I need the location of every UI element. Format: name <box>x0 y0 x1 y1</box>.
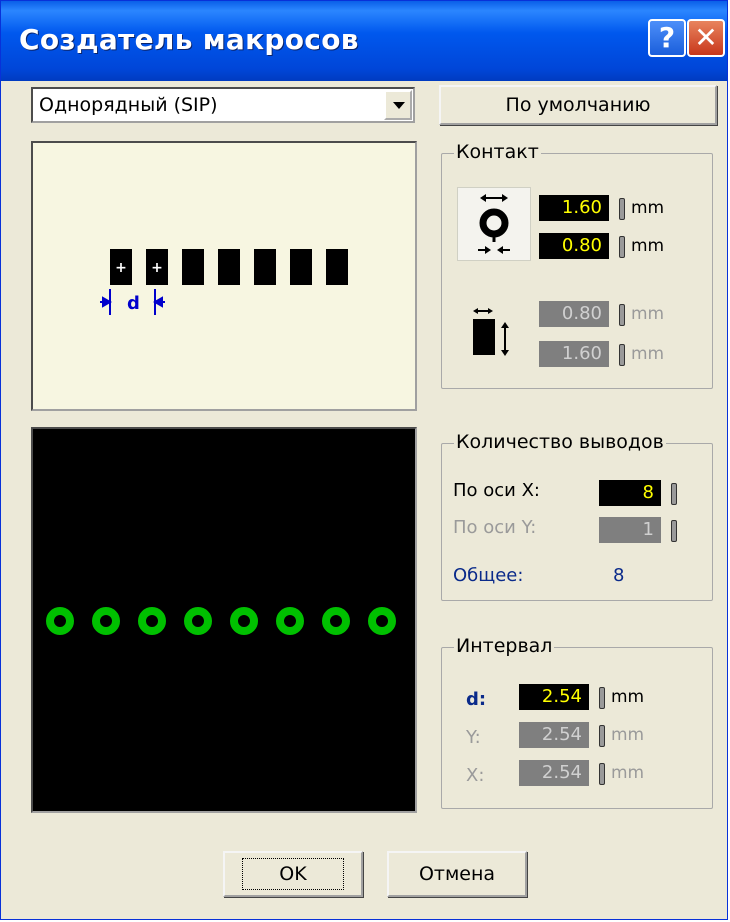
pad-4 <box>218 249 240 285</box>
pad-height-spinner[interactable] <box>619 344 625 366</box>
pins-y-field[interactable]: 1 <box>599 517 661 543</box>
interval-y-spinner[interactable] <box>599 725 605 747</box>
interval-d-label: d: <box>466 689 487 710</box>
macro-creator-window: Создатель макросов ? ✕ Однорядный (SIP) … <box>0 0 728 920</box>
interval-y-field[interactable]: 2.54 <box>519 722 589 748</box>
title-bar[interactable]: Создатель макросов ? ✕ <box>1 1 727 81</box>
hole-inner-unit: mm <box>631 236 665 256</box>
pad-height-field[interactable]: 1.60 <box>539 341 609 367</box>
interval-x-field[interactable]: 2.54 <box>519 760 589 786</box>
pad-width-field[interactable]: 0.80 <box>539 301 609 327</box>
pad-width-unit: mm <box>631 304 665 324</box>
package-type-value: Однорядный (SIP) <box>39 94 218 116</box>
interval-x-unit: mm <box>611 763 645 783</box>
hole-inner-spinner[interactable] <box>619 236 625 258</box>
package-type-select[interactable]: Однорядный (SIP) <box>31 87 415 123</box>
pad-6 <box>290 249 312 285</box>
close-button[interactable]: ✕ <box>687 19 725 57</box>
pin-7 <box>322 607 350 635</box>
pad-width-spinner[interactable] <box>619 304 625 326</box>
pad-plus-mark: + <box>151 260 163 276</box>
pad-layout-preview: + + d <box>31 141 417 411</box>
hole-diagram <box>478 194 510 254</box>
pad-size-icon <box>469 303 519 363</box>
hole-size-icon <box>457 187 531 261</box>
hole-inner-field[interactable]: 0.80 <box>539 233 609 259</box>
chevron-down-icon[interactable] <box>384 90 412 120</box>
pad-5 <box>254 249 276 285</box>
pad-plus-mark: + <box>115 260 127 276</box>
pins-x-spinner[interactable] <box>671 483 677 505</box>
pins-x-label: По оси X: <box>453 480 540 501</box>
pin-6 <box>276 607 304 635</box>
pitch-d-label: d <box>127 293 140 314</box>
interval-d-field[interactable]: 2.54 <box>519 684 589 710</box>
footprint-drawing <box>46 607 396 635</box>
ok-button[interactable]: OK <box>223 851 363 897</box>
pin-8 <box>368 607 396 635</box>
help-button[interactable]: ? <box>648 19 686 57</box>
pad-layout-drawing: + + d <box>100 249 348 315</box>
pins-total-value: 8 <box>613 565 625 586</box>
pitch-left-arrowhead <box>102 296 113 308</box>
interval-d-unit: mm <box>611 687 645 707</box>
pin-5 <box>230 607 258 635</box>
contact-group-title: Контакт <box>454 141 541 163</box>
pad-diagram <box>473 308 509 356</box>
cancel-button[interactable]: Отмена <box>387 851 527 897</box>
pin-4 <box>184 607 212 635</box>
footprint-preview <box>31 427 417 813</box>
pad-height-unit: mm <box>631 344 665 364</box>
hole-outer-field[interactable]: 1.60 <box>539 195 609 221</box>
interval-x-spinner[interactable] <box>599 763 605 785</box>
hole-outer-unit: mm <box>631 198 665 218</box>
interval-y-label: Y: <box>466 727 481 748</box>
pitch-right-arrowhead <box>152 296 163 308</box>
pad-7 <box>326 249 348 285</box>
default-button[interactable]: По умолчанию <box>439 85 717 125</box>
pins-total-label: Общее: <box>453 565 524 586</box>
hole-outer-spinner[interactable] <box>619 198 625 220</box>
pad-3 <box>182 249 204 285</box>
interval-d-spinner[interactable] <box>599 687 605 709</box>
pin-3 <box>138 607 166 635</box>
pins-y-spinner[interactable] <box>671 520 677 542</box>
window-title: Создатель макросов <box>19 23 359 56</box>
pins-y-label: По оси Y: <box>453 517 537 538</box>
interval-x-label: X: <box>466 765 485 786</box>
pins-x-field[interactable]: 8 <box>599 480 661 506</box>
pin-count-group-title: Количество выводов <box>454 431 666 453</box>
interval-group-title: Интервал <box>454 635 555 657</box>
pin-2 <box>92 607 120 635</box>
ok-button-label: OK <box>242 858 344 890</box>
interval-y-unit: mm <box>611 725 645 745</box>
pin-1 <box>46 607 74 635</box>
